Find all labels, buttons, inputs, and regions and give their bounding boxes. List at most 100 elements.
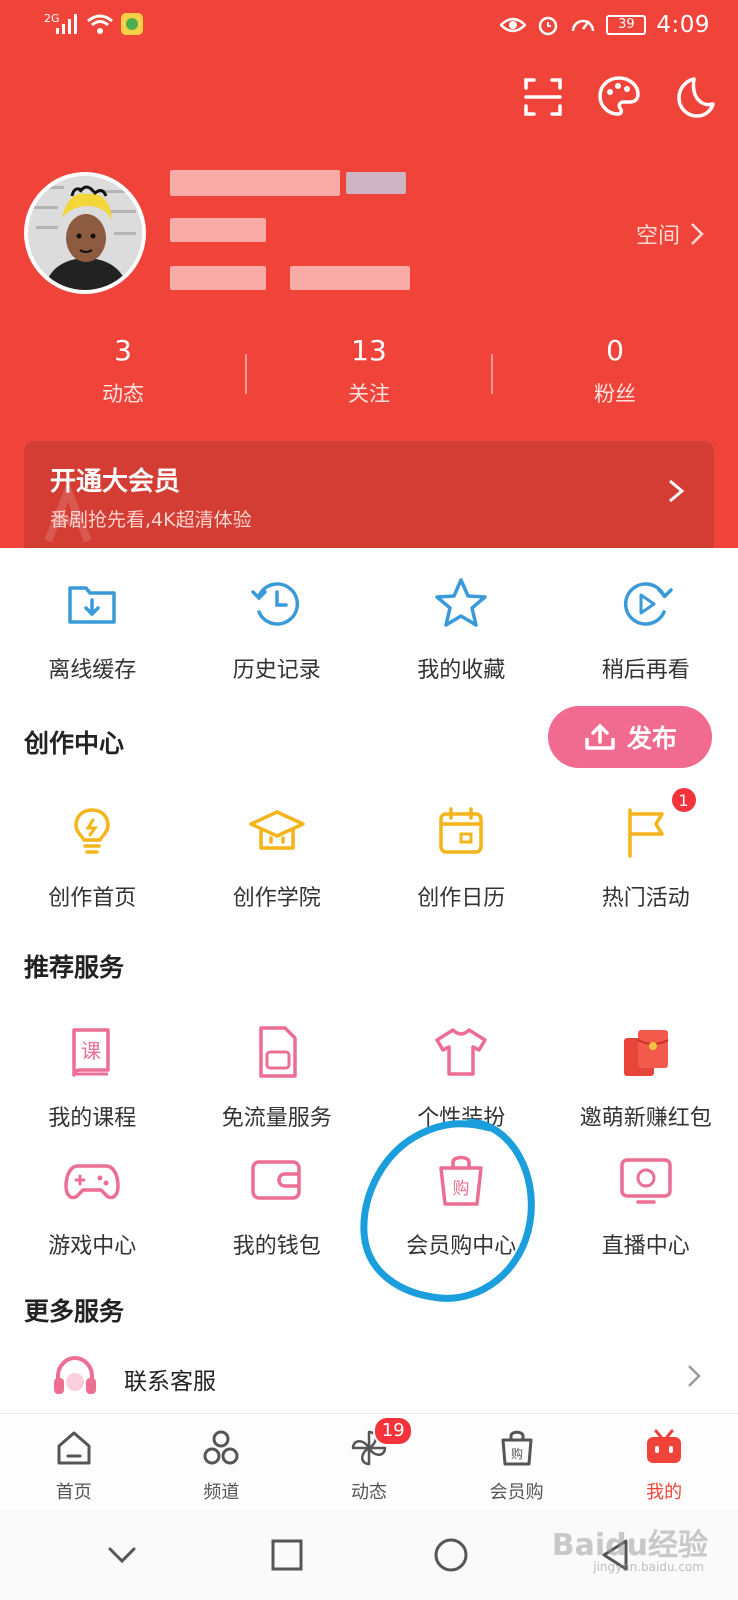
upload-icon xyxy=(585,723,615,750)
quick-actions: 离线缓存 历史记录 我的收藏 稍后再看 xyxy=(0,574,738,684)
space-link[interactable]: 空间 xyxy=(636,218,704,250)
more-services-title: 更多服务 xyxy=(24,1297,125,1326)
status-right: 39 4:09 xyxy=(500,12,710,38)
nav-dynamics[interactable]: 19 动态 xyxy=(295,1414,443,1509)
night-mode-moon-icon[interactable] xyxy=(672,74,718,120)
vip-subtitle: 番剧抢先看,4K超清体验 xyxy=(50,509,252,531)
headset-icon xyxy=(54,1355,96,1394)
baidu-watermark: Baidu经验 xyxy=(551,1528,708,1563)
chevron-right-icon xyxy=(669,479,685,503)
nav-label: 会员购 xyxy=(489,1482,544,1503)
publish-button[interactable]: 发布 xyxy=(548,706,712,768)
tshirt-icon xyxy=(435,1028,487,1076)
creation-label: 创作首页 xyxy=(48,886,137,911)
stat-value: 3 xyxy=(114,334,132,367)
creation-academy[interactable]: 创作学院 xyxy=(185,802,370,912)
lightbulb-icon xyxy=(74,808,111,854)
svg-text:购: 购 xyxy=(511,1446,523,1461)
nav-label: 动态 xyxy=(350,1482,387,1503)
service-member-shop[interactable]: 购 会员购中心 xyxy=(369,1150,554,1260)
service-live-center[interactable]: 直播中心 xyxy=(554,1150,738,1260)
creation-calendar[interactable]: 创作日历 xyxy=(369,802,554,912)
nav-member-shop[interactable]: 购 会员购 xyxy=(443,1414,591,1509)
header-actions xyxy=(520,74,718,120)
creation-home[interactable]: 创作首页 xyxy=(0,802,185,912)
creation-label: 创作日历 xyxy=(417,886,506,911)
service-invite-red-envelope[interactable]: 邀萌新赚红包 xyxy=(554,1022,738,1132)
clock: 4:09 xyxy=(656,12,710,38)
profile-screen: 2G 39 4:09 空间 3 动态 13 关注 0 粉丝 开通大会员 番剧抢先… xyxy=(0,0,738,1600)
star-icon xyxy=(435,578,487,627)
download-folder-icon xyxy=(68,586,116,624)
recommended-row-1: 课 我的课程 免流量服务 个性装扮 邀萌新赚红包 xyxy=(0,1022,738,1132)
service-my-course[interactable]: 课 我的课程 xyxy=(0,1022,185,1132)
service-game-center[interactable]: 游戏中心 xyxy=(0,1150,185,1260)
service-label: 直播中心 xyxy=(601,1234,690,1259)
service-label: 个性装扮 xyxy=(417,1106,506,1131)
nav-home[interactable]: 首页 xyxy=(0,1414,148,1509)
scan-icon[interactable] xyxy=(520,74,566,120)
alarm-icon xyxy=(539,16,558,36)
customer-service-row[interactable]: 联系客服 xyxy=(0,1348,738,1412)
flag-icon xyxy=(628,808,664,858)
stat-value: 0 xyxy=(606,334,624,367)
graduation-cap-icon xyxy=(249,810,305,850)
service-label: 游戏中心 xyxy=(48,1234,137,1259)
calendar-icon xyxy=(439,807,483,854)
quick-action-offline-cache[interactable]: 离线缓存 xyxy=(0,574,185,684)
nav-label: 我的 xyxy=(646,1482,683,1503)
gamepad-icon xyxy=(64,1164,120,1200)
live-tv-icon xyxy=(620,1158,672,1204)
history-clock-icon xyxy=(251,582,299,626)
hot-events-badge: 1 xyxy=(669,786,698,814)
chevron-right-icon xyxy=(688,1365,701,1387)
circle-icon[interactable] xyxy=(431,1535,471,1575)
shop-bag-icon: 购 xyxy=(501,1430,533,1466)
sim-card-icon xyxy=(259,1026,297,1078)
vip-title: 开通大会员 xyxy=(50,467,181,497)
speed-gauge-icon xyxy=(572,19,595,32)
nav-label: 频道 xyxy=(203,1482,240,1503)
vip-banner[interactable]: 开通大会员 番剧抢先看,4K超清体验 xyxy=(24,441,714,548)
stat-divider xyxy=(491,354,493,394)
shopping-bag-icon: 购 xyxy=(439,1155,483,1206)
service-free-data[interactable]: 免流量服务 xyxy=(185,1022,370,1132)
quick-action-history[interactable]: 历史记录 xyxy=(185,574,370,684)
wallet-icon xyxy=(251,1160,301,1200)
channel-icon xyxy=(203,1430,239,1465)
home-icon xyxy=(57,1431,91,1465)
creation-hot-events[interactable]: 1 热门活动 xyxy=(554,786,738,912)
profile-header: 2G 39 4:09 空间 3 动态 13 关注 0 粉丝 开通大会员 番剧抢先… xyxy=(0,0,738,548)
service-wallet[interactable]: 我的钱包 xyxy=(185,1150,370,1260)
service-dress-up[interactable]: 个性装扮 xyxy=(369,1022,554,1132)
stat-label: 动态 xyxy=(102,382,144,406)
stat-dynamics[interactable]: 3 动态 xyxy=(0,334,246,414)
square-icon[interactable] xyxy=(267,1535,307,1575)
creation-center-grid: 创作首页 创作学院 创作日历 1 热门活动 xyxy=(0,786,738,912)
red-envelope-icon xyxy=(623,1030,669,1076)
chevron-down-icon[interactable] xyxy=(102,1535,142,1575)
recommended-services-title: 推荐服务 xyxy=(24,953,125,982)
quick-action-label: 稍后再看 xyxy=(601,658,690,683)
creation-label: 创作学院 xyxy=(232,886,321,911)
service-label: 邀萌新赚红包 xyxy=(579,1106,712,1131)
play-later-icon xyxy=(623,582,673,626)
quick-action-watch-later[interactable]: 稍后再看 xyxy=(554,574,738,684)
stat-following[interactable]: 13 关注 xyxy=(246,334,492,414)
nav-channel[interactable]: 频道 xyxy=(148,1414,296,1509)
nav-mine[interactable]: 我的 xyxy=(590,1414,738,1509)
bottom-nav: 首页 频道 19 动态 购 会员购 我的 xyxy=(0,1413,738,1509)
quick-action-favorites[interactable]: 我的收藏 xyxy=(369,574,554,684)
creation-center-title: 创作中心 xyxy=(24,729,125,758)
avatar[interactable] xyxy=(24,172,146,294)
stat-followers[interactable]: 0 粉丝 xyxy=(492,334,738,414)
chevron-right-icon xyxy=(691,223,704,245)
dynamics-badge: 19 xyxy=(373,1416,414,1446)
status-bar: 2G 39 4:09 xyxy=(0,0,738,56)
palette-icon[interactable] xyxy=(596,74,642,120)
service-label: 会员购中心 xyxy=(406,1234,517,1259)
course-book-icon: 课 xyxy=(72,1028,110,1077)
eye-icon xyxy=(500,17,527,33)
service-label: 免流量服务 xyxy=(221,1106,332,1131)
creation-label: 热门活动 xyxy=(601,886,690,911)
